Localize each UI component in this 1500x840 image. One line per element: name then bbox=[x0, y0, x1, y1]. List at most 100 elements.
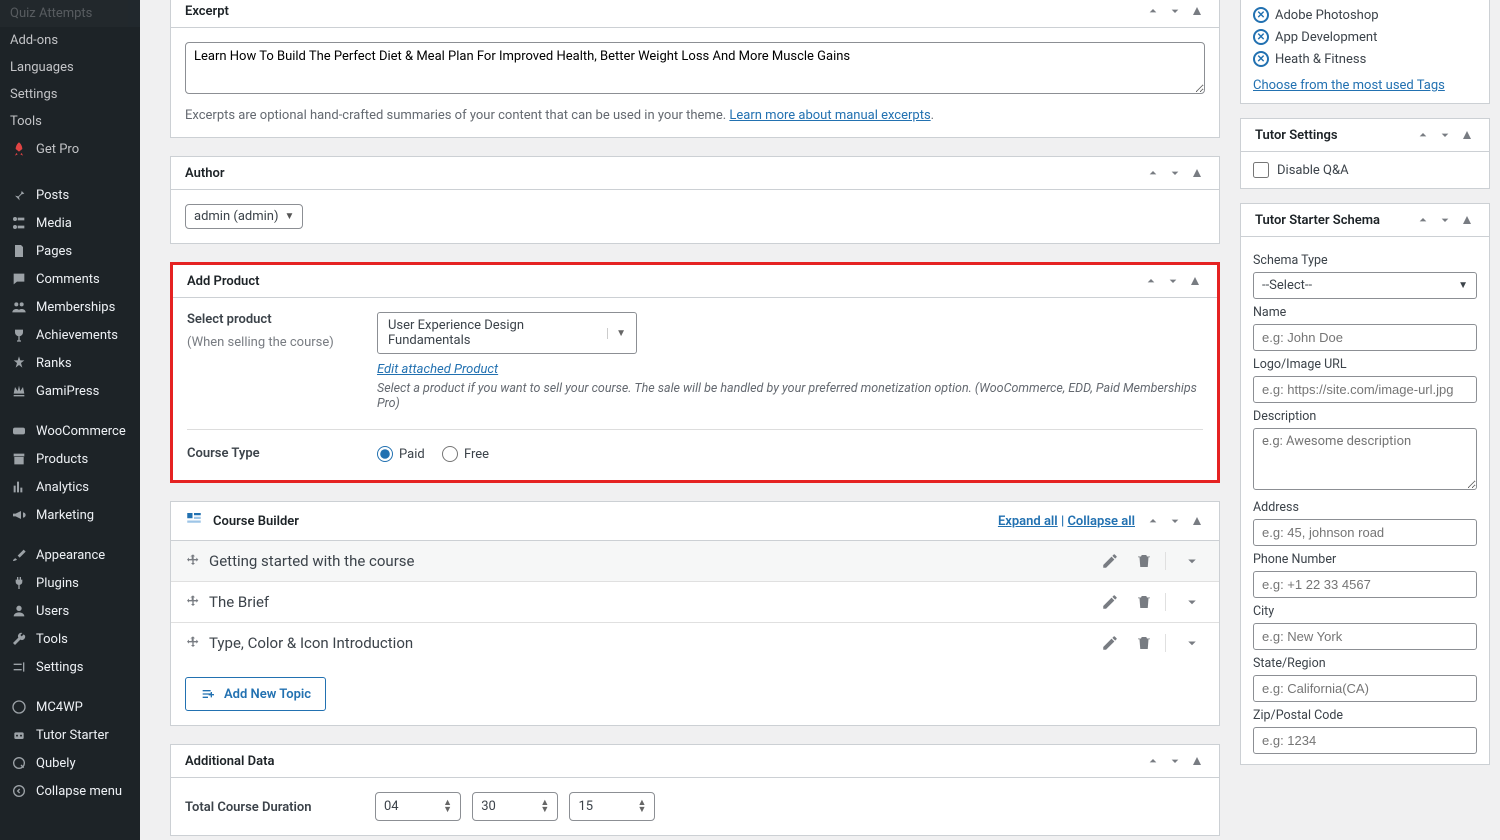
chevron-down-icon[interactable] bbox=[1167, 753, 1183, 769]
sidebar-item-products[interactable]: Products bbox=[0, 445, 140, 473]
pin-icon bbox=[10, 187, 28, 203]
trash-icon[interactable] bbox=[1135, 552, 1153, 570]
schema-city-input[interactable] bbox=[1253, 623, 1477, 650]
chevron-up-icon[interactable] bbox=[1415, 212, 1431, 228]
sidebar-subitem-add-ons[interactable]: Add-ons bbox=[0, 27, 140, 54]
sidebar-item-woocommerce[interactable]: WooCommerce bbox=[0, 417, 140, 445]
chevron-down-icon[interactable] bbox=[1183, 634, 1201, 652]
sidebar-item-collapse-menu[interactable]: Collapse menu bbox=[0, 777, 140, 805]
sidebar-subitem-tools[interactable]: Tools bbox=[0, 108, 140, 135]
chevron-down-icon: ▼ bbox=[285, 211, 295, 222]
schema-address-input[interactable] bbox=[1253, 519, 1477, 546]
edit-attached-product-link[interactable]: Edit attached Product bbox=[377, 362, 498, 377]
drag-handle-icon[interactable] bbox=[185, 635, 209, 651]
sidebar-item-ranks[interactable]: Ranks bbox=[0, 349, 140, 377]
choose-tags-link[interactable]: Choose from the most used Tags bbox=[1253, 78, 1445, 93]
chevron-up-icon[interactable] bbox=[1143, 273, 1159, 289]
sidebar-item-gamipress[interactable]: GamiPress bbox=[0, 377, 140, 405]
course-type-paid-radio[interactable]: Paid bbox=[377, 446, 425, 462]
sidebar-subitem-languages[interactable]: Languages bbox=[0, 54, 140, 81]
toggle-icon[interactable] bbox=[1459, 212, 1475, 228]
toggle-icon[interactable] bbox=[1189, 753, 1205, 769]
expand-all-link[interactable]: Expand all bbox=[998, 514, 1058, 529]
toggle-icon[interactable] bbox=[1459, 127, 1475, 143]
sidebar-item-plugins[interactable]: Plugins bbox=[0, 569, 140, 597]
chevron-down-icon[interactable] bbox=[1167, 165, 1183, 181]
sidebar-item-media[interactable]: Media bbox=[0, 209, 140, 237]
chevron-up-icon[interactable] bbox=[1145, 3, 1161, 19]
excerpt-hint: Excerpts are optional hand-crafted summa… bbox=[185, 108, 1205, 123]
qubely-icon bbox=[10, 755, 28, 771]
edit-icon[interactable] bbox=[1101, 593, 1119, 611]
chevron-up-icon[interactable] bbox=[1145, 165, 1161, 181]
topic-row[interactable]: Type, Color & Icon Introduction bbox=[171, 622, 1219, 663]
sidebar-subitem-quiz-attempts[interactable]: Quiz Attempts bbox=[0, 0, 140, 27]
sidebar-item-memberships[interactable]: Memberships bbox=[0, 293, 140, 321]
schema-state-region-input[interactable] bbox=[1253, 675, 1477, 702]
collapse-all-link[interactable]: Collapse all bbox=[1067, 514, 1135, 529]
topic-title: Type, Color & Icon Introduction bbox=[209, 634, 1101, 652]
sidebar-item-mc4wp[interactable]: MC4WP bbox=[0, 693, 140, 721]
duration-hours-input[interactable]: 04▲▼ bbox=[375, 792, 461, 821]
chevron-down-icon[interactable] bbox=[1437, 212, 1453, 228]
add-new-topic-button[interactable]: Add New Topic bbox=[185, 677, 326, 711]
remove-tag-icon[interactable]: ✕ bbox=[1253, 7, 1269, 23]
sidebar-item-qubely[interactable]: Qubely bbox=[0, 749, 140, 777]
sidebar-item-tutor-starter[interactable]: Tutor Starter bbox=[0, 721, 140, 749]
chevron-down-icon[interactable] bbox=[1183, 552, 1201, 570]
edit-icon[interactable] bbox=[1101, 552, 1119, 570]
duration-minutes-input[interactable]: 30▲▼ bbox=[472, 792, 558, 821]
schema-logo-image-url-input[interactable] bbox=[1253, 376, 1477, 403]
schema-zip-postal-code-input[interactable] bbox=[1253, 727, 1477, 754]
toggle-icon[interactable] bbox=[1189, 165, 1205, 181]
toggle-icon[interactable] bbox=[1187, 273, 1203, 289]
sidebar-item-comments[interactable]: Comments bbox=[0, 265, 140, 293]
sidebar-subitem-get-pro[interactable]: Get Pro bbox=[0, 135, 140, 163]
sidebar-item-achievements[interactable]: Achievements bbox=[0, 321, 140, 349]
sidebar-item-marketing[interactable]: Marketing bbox=[0, 501, 140, 529]
sidebar-item-users[interactable]: Users bbox=[0, 597, 140, 625]
sidebar-item-pages[interactable]: Pages bbox=[0, 237, 140, 265]
trophy-icon bbox=[10, 327, 28, 343]
excerpt-textarea[interactable]: Learn How To Build The Perfect Diet & Me… bbox=[185, 42, 1205, 94]
remove-tag-icon[interactable]: ✕ bbox=[1253, 51, 1269, 67]
drag-handle-icon[interactable] bbox=[185, 594, 209, 610]
schema-phone-number-input[interactable] bbox=[1253, 571, 1477, 598]
chevron-up-icon[interactable] bbox=[1415, 127, 1431, 143]
member-icon bbox=[10, 299, 28, 315]
chevron-down-icon[interactable] bbox=[1167, 513, 1183, 529]
topic-row[interactable]: The Brief bbox=[171, 581, 1219, 622]
disable-qa-checkbox[interactable]: Disable Q&A bbox=[1253, 162, 1477, 178]
topic-row[interactable]: Getting started with the course bbox=[171, 541, 1219, 581]
sidebar-item-posts[interactable]: Posts bbox=[0, 181, 140, 209]
chevron-up-icon[interactable] bbox=[1145, 513, 1161, 529]
chevron-up-icon[interactable] bbox=[1145, 753, 1161, 769]
chevron-down-icon[interactable] bbox=[1437, 127, 1453, 143]
course-type-free-radio[interactable]: Free bbox=[442, 446, 489, 462]
duration-seconds-input[interactable]: 15▲▼ bbox=[569, 792, 655, 821]
chevron-down-icon[interactable] bbox=[1183, 593, 1201, 611]
drag-handle-icon[interactable] bbox=[185, 553, 209, 569]
sidebar-item-appearance[interactable]: Appearance bbox=[0, 541, 140, 569]
sidebar-item-analytics[interactable]: Analytics bbox=[0, 473, 140, 501]
mc-icon bbox=[10, 699, 28, 715]
toggle-icon[interactable] bbox=[1189, 513, 1205, 529]
sidebar-subitem-settings[interactable]: Settings bbox=[0, 81, 140, 108]
edit-icon[interactable] bbox=[1101, 634, 1119, 652]
sidebar-item-tools[interactable]: Tools bbox=[0, 625, 140, 653]
product-dropdown[interactable]: User Experience Design Fundamentals ▼ bbox=[377, 312, 637, 354]
chevron-down-icon[interactable] bbox=[1167, 3, 1183, 19]
remove-tag-icon[interactable]: ✕ bbox=[1253, 29, 1269, 45]
schema-type-select[interactable]: --Select--▼ bbox=[1253, 272, 1477, 299]
chevron-down-icon[interactable] bbox=[1165, 273, 1181, 289]
trash-icon[interactable] bbox=[1135, 593, 1153, 611]
excerpt-learn-more-link[interactable]: Learn more about manual excerpts bbox=[729, 108, 930, 123]
toggle-icon[interactable] bbox=[1189, 3, 1205, 19]
sidebar-item-settings[interactable]: Settings bbox=[0, 653, 140, 681]
tag-chip: ✕App Development bbox=[1253, 26, 1477, 48]
schema-name-input[interactable] bbox=[1253, 324, 1477, 351]
schema-description-input[interactable] bbox=[1253, 428, 1477, 490]
trash-icon[interactable] bbox=[1135, 634, 1153, 652]
select-product-label: Select product bbox=[187, 312, 347, 327]
author-select[interactable]: admin (admin)▼ bbox=[185, 204, 303, 229]
